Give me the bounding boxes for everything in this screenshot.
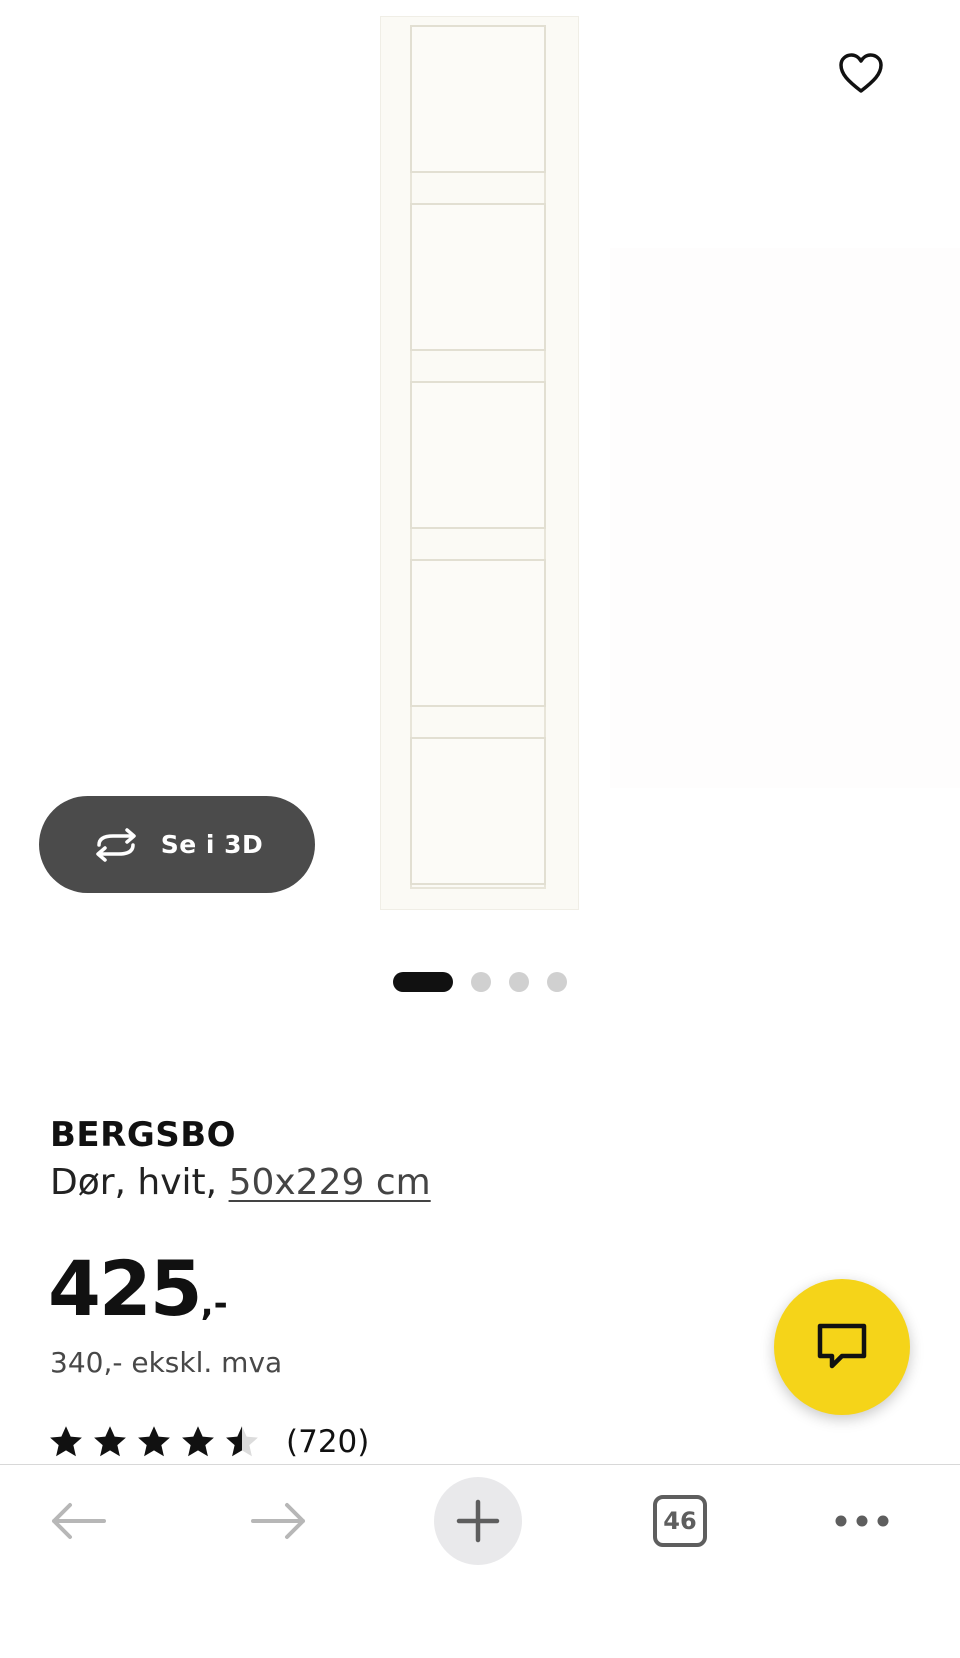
new-tab-button[interactable] (434, 1477, 522, 1565)
more-icon (835, 1515, 889, 1527)
product-rating[interactable]: (720) (48, 1424, 369, 1460)
tab-count: 46 (653, 1495, 707, 1547)
more-menu-button[interactable] (822, 1465, 902, 1577)
forward-button[interactable] (239, 1465, 319, 1577)
carousel-dot[interactable] (509, 972, 529, 992)
star-half-icon (226, 1426, 258, 1457)
star-icon (50, 1426, 82, 1457)
price-excluding-vat: 340,- ekskl. mva (50, 1346, 283, 1379)
carousel-dot[interactable] (471, 972, 491, 992)
product-type: Dør, hvit, (50, 1162, 229, 1203)
rating-stars (48, 1424, 260, 1460)
product-image (380, 16, 579, 910)
back-button[interactable] (38, 1465, 118, 1577)
rotate-3d-icon (95, 827, 136, 862)
product-description: Dør, hvit, 50x229 cm (50, 1162, 431, 1203)
review-count: (720) (286, 1424, 370, 1460)
browser-toolbar: 46 (0, 1464, 960, 1658)
favorite-button[interactable] (832, 44, 890, 102)
image-background (610, 248, 960, 788)
product-size-link[interactable]: 50x229 cm (229, 1162, 431, 1203)
view-in-3d-button[interactable]: Se i 3D (39, 796, 315, 893)
back-arrow-icon (52, 1503, 106, 1539)
star-icon (182, 1426, 214, 1457)
star-icon (94, 1426, 126, 1457)
product-price: 425 ,- (48, 1244, 228, 1333)
carousel-pagination[interactable] (0, 970, 960, 994)
star-icon (138, 1426, 170, 1457)
tab-switcher-button[interactable]: 46 (640, 1465, 720, 1577)
chat-icon (817, 1323, 867, 1369)
price-amount: 425 (48, 1244, 203, 1333)
product-name: BERGSBO (50, 1115, 237, 1155)
heart-icon (839, 53, 883, 93)
product-gallery[interactable]: Se i 3D (0, 0, 960, 1000)
carousel-dot-active[interactable] (393, 972, 453, 992)
plus-icon (456, 1499, 500, 1543)
forward-arrow-icon (251, 1503, 305, 1539)
carousel-dot[interactable] (547, 972, 567, 992)
view-in-3d-label: Se i 3D (160, 830, 264, 859)
price-suffix: ,- (200, 1284, 228, 1324)
chat-button[interactable] (774, 1279, 910, 1415)
